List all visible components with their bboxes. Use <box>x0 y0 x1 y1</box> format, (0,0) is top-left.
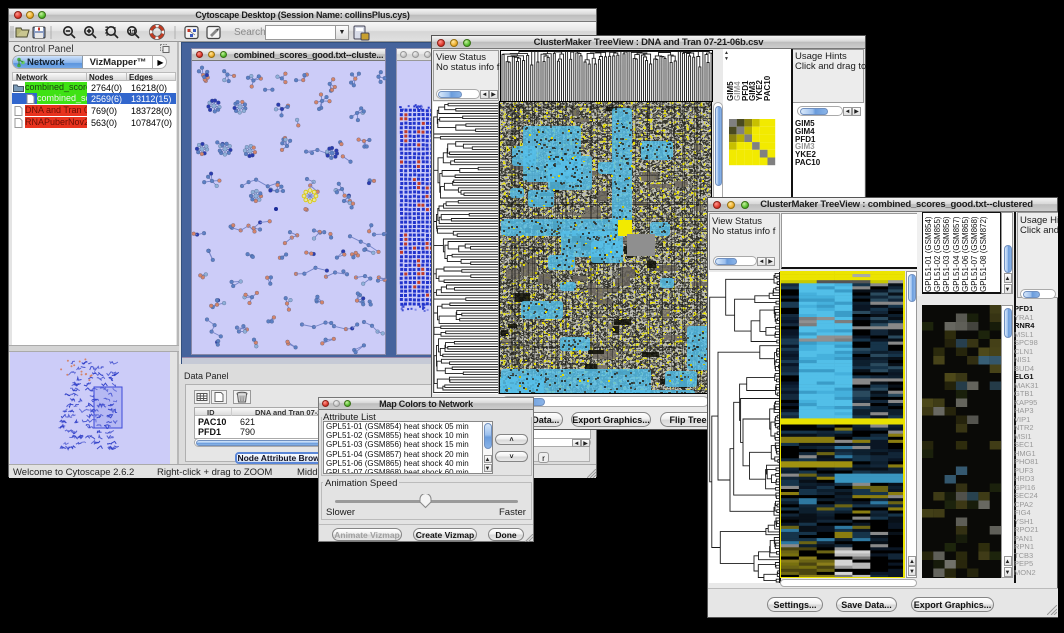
svg-text:1:1: 1:1 <box>129 30 136 36</box>
